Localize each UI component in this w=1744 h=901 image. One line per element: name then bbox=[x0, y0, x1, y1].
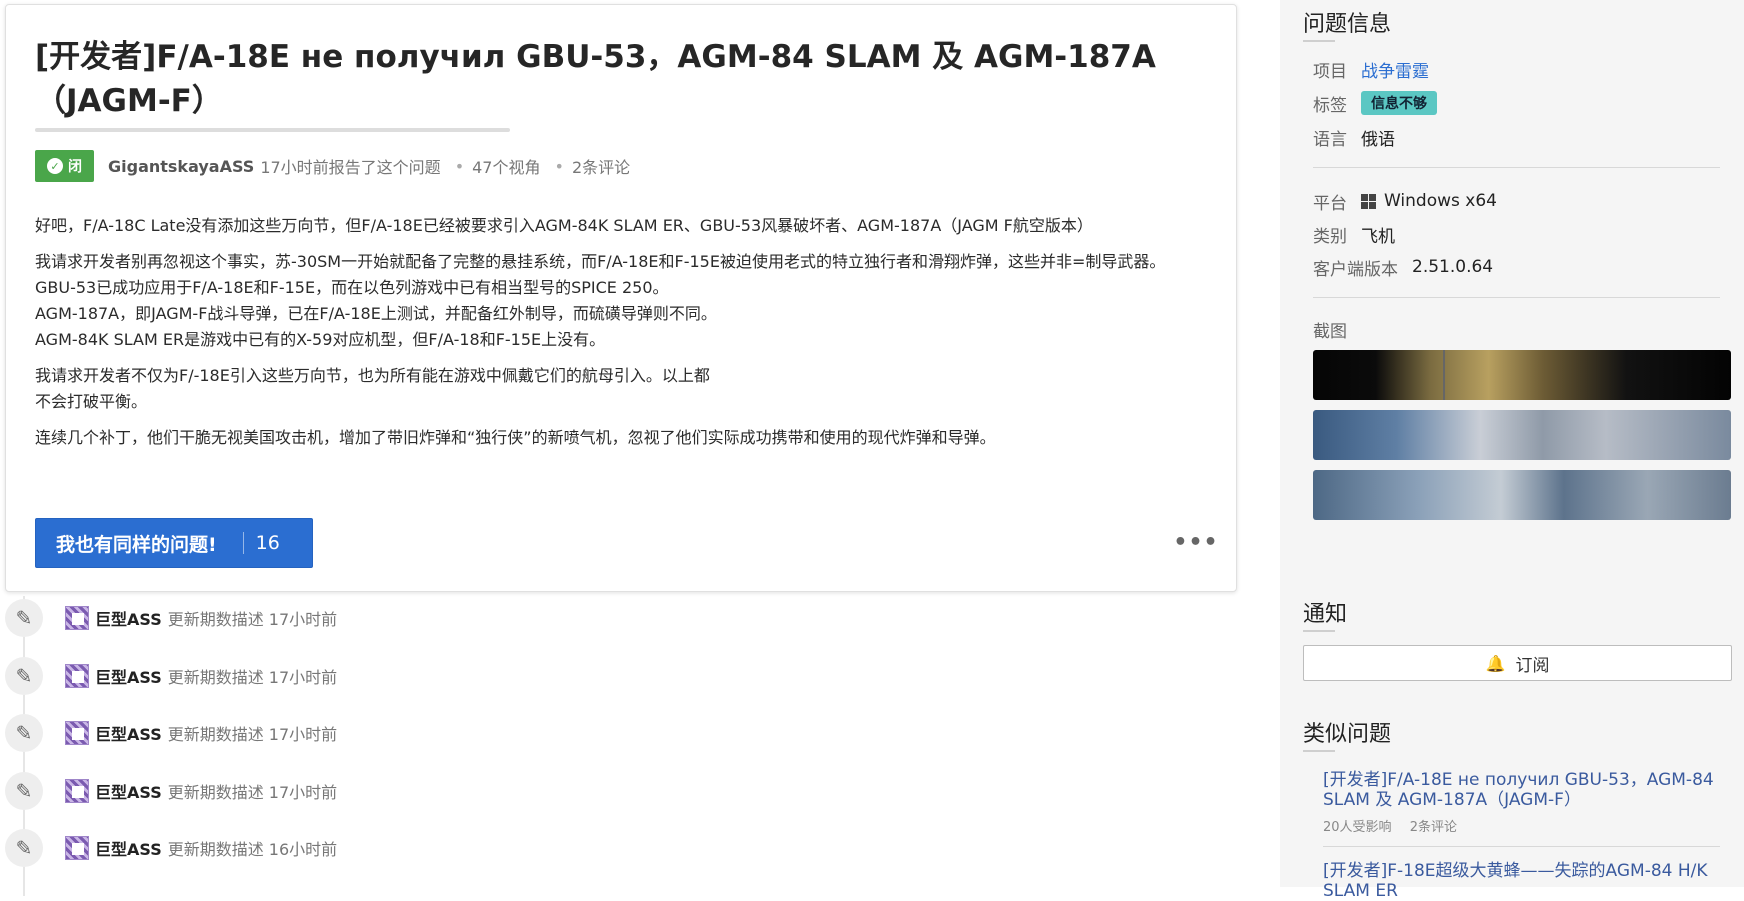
sidebar-divider bbox=[1323, 846, 1720, 847]
client-version-value: 2.51.0.64 bbox=[1412, 257, 1494, 277]
status-badge: ✓ 闭 bbox=[35, 150, 94, 182]
avatar[interactable] bbox=[65, 664, 89, 688]
timeline-item: ✎ 巨型ASS 更新期数描述 17小时前 bbox=[5, 769, 337, 813]
screenshots-row: 截图 bbox=[1313, 316, 1361, 342]
timeline-user[interactable]: 巨型ASS bbox=[95, 606, 162, 630]
screenshots-label: 截图 bbox=[1313, 321, 1347, 342]
meta-dot: • bbox=[454, 156, 465, 176]
project-row: 项目 战争雷霆 bbox=[1313, 56, 1429, 82]
timeline-item: ✎ 巨型ASS 更新期数描述 17小时前 bbox=[5, 711, 337, 755]
same-issue-count: 16 bbox=[255, 532, 280, 554]
screenshot-thumbnail[interactable] bbox=[1313, 350, 1731, 400]
issue-views: 47个视角 bbox=[472, 158, 541, 177]
timeline-item: ✎ 巨型ASS 更新期数描述 17小时前 bbox=[5, 654, 337, 698]
issue-card: [开发者]F/A-18E не получил GBU-53，AGM-84 SL… bbox=[5, 4, 1237, 592]
similar-issue-item[interactable]: [开发者]F/A-18E не получил GBU-53，AGM-84 SL… bbox=[1323, 770, 1723, 835]
timeline-text: 更新期数描述 17小时前 bbox=[167, 610, 338, 629]
tags-label: 标签 bbox=[1313, 95, 1347, 116]
timeline-user[interactable]: 巨型ASS bbox=[95, 836, 162, 860]
similar-issue-affected: 20人受影响 bbox=[1323, 820, 1392, 835]
similar-issues-heading: 类似问题 bbox=[1303, 722, 1392, 747]
issue-info-heading: 问题信息 bbox=[1303, 12, 1392, 37]
pencil-icon: ✎ bbox=[5, 772, 43, 810]
same-issue-label: 我也有同样的问题! bbox=[56, 533, 217, 556]
issue-description: 好吧，F/A-18C Late没有添加这些万向节，但F/A-18E已经被要求引入… bbox=[35, 213, 1215, 461]
tag-badge[interactable]: 信息不够 bbox=[1361, 91, 1437, 115]
language-row: 语言 俄语 bbox=[1313, 124, 1395, 150]
timeline-item: ✎ 巨型ASS 更新期数描述 16小时前 bbox=[5, 826, 337, 870]
timeline-item: ✎ 巨型ASS 更新期数描述 17小时前 bbox=[5, 596, 337, 640]
button-separator bbox=[242, 532, 244, 554]
notify-heading: 通知 bbox=[1303, 602, 1348, 627]
category-value: 飞机 bbox=[1361, 226, 1395, 247]
heading-underline bbox=[1303, 630, 1335, 632]
platform-label: 平台 bbox=[1313, 193, 1347, 214]
similar-issue-comments: 2条评论 bbox=[1409, 820, 1457, 835]
heading-underline bbox=[1303, 40, 1335, 42]
ellipsis-icon[interactable]: ••• bbox=[1173, 527, 1217, 557]
same-issue-button[interactable]: 我也有同样的问题! 16 bbox=[35, 518, 313, 568]
client-version-row: 客户端版本 2.51.0.64 bbox=[1313, 254, 1493, 280]
timeline-text: 更新期数描述 17小时前 bbox=[167, 668, 338, 687]
timeline-user[interactable]: 巨型ASS bbox=[95, 664, 162, 688]
project-label: 项目 bbox=[1313, 61, 1347, 82]
category-label: 类别 bbox=[1313, 226, 1347, 247]
language-value: 俄语 bbox=[1361, 129, 1395, 150]
screenshot-thumbnail[interactable] bbox=[1313, 410, 1731, 460]
pencil-icon: ✎ bbox=[5, 657, 43, 695]
similar-issue-meta: 20人受影响 2条评论 bbox=[1323, 816, 1723, 835]
description-paragraph: AGM-187A，即JAGM-F战斗导弹，已在F/A-18E上测试，并配备红外制… bbox=[35, 304, 717, 323]
similar-issue-title[interactable]: [开发者]F-18E超级大黄蜂——失踪的AGM-84 H/K SLAM ER bbox=[1323, 861, 1723, 901]
pencil-icon: ✎ bbox=[5, 599, 43, 637]
timeline-user[interactable]: 巨型ASS bbox=[95, 721, 162, 745]
client-version-label: 客户端版本 bbox=[1313, 259, 1398, 280]
subscribe-label: 订阅 bbox=[1515, 655, 1550, 676]
pencil-icon: ✎ bbox=[5, 829, 43, 867]
platform-row: 平台 Windows x64 bbox=[1313, 188, 1497, 214]
status-label: 闭 bbox=[68, 159, 82, 175]
description-paragraph: 我请求开发者别再忽视这个事实，苏-30SM一开始就配备了完整的悬挂系统，而F/A… bbox=[35, 252, 1166, 271]
category-row: 类别 飞机 bbox=[1313, 221, 1395, 247]
timeline-text: 更新期数描述 16小时前 bbox=[167, 840, 338, 859]
description-paragraph: 不会打破平衡。 bbox=[35, 392, 148, 411]
language-label: 语言 bbox=[1313, 129, 1347, 150]
avatar[interactable] bbox=[65, 721, 89, 745]
similar-issue-title[interactable]: [开发者]F/A-18E не получил GBU-53，AGM-84 SL… bbox=[1323, 770, 1723, 810]
subscribe-button[interactable]: 🔔 订阅 bbox=[1303, 645, 1732, 681]
pencil-icon: ✎ bbox=[5, 714, 43, 752]
title-underline bbox=[35, 128, 510, 132]
issue-meta: ✓ 闭 GigantskayaASS 17小时前报告了这个问题 • 47个视角 … bbox=[35, 150, 630, 182]
issue-author[interactable]: GigantskayaASS bbox=[108, 157, 254, 176]
windows-icon bbox=[1361, 193, 1376, 209]
avatar[interactable] bbox=[65, 836, 89, 860]
bell-icon: 🔔 bbox=[1485, 653, 1506, 673]
timeline-text: 更新期数描述 17小时前 bbox=[167, 725, 338, 744]
project-link[interactable]: 战争雷霆 bbox=[1361, 57, 1429, 82]
meta-dot: • bbox=[554, 156, 564, 176]
screenshot-thumbnail[interactable] bbox=[1313, 470, 1731, 520]
tags-row: 标签 信息不够 bbox=[1313, 90, 1437, 116]
heading-underline bbox=[1303, 750, 1335, 752]
issue-comments[interactable]: 2条评论 bbox=[572, 154, 630, 178]
sidebar-divider bbox=[1313, 167, 1720, 168]
sidebar: 问题信息 项目 战争雷霆 标签 信息不够 语言 俄语 平台 Windows x6… bbox=[1280, 0, 1744, 901]
issue-reported: 17小时前报告了这个问题 bbox=[260, 158, 441, 177]
issue-title: [开发者]F/A-18E не получил GBU-53，AGM-84 SL… bbox=[35, 39, 1156, 119]
avatar[interactable] bbox=[65, 606, 89, 630]
sidebar-divider bbox=[1313, 297, 1720, 298]
description-paragraph: GBU-53已成功应用于F/A-18E和F-15E，而在以色列游戏中已有相当型号… bbox=[35, 278, 669, 297]
description-paragraph: AGM-84K SLAM ER是游戏中已有的X-59对应机型，但F/A-18和F… bbox=[35, 330, 606, 349]
description-paragraph: 好吧，F/A-18C Late没有添加这些万向节，但F/A-18E已经被要求引入… bbox=[35, 216, 1093, 235]
description-paragraph: 连续几个补丁，他们干脆无视美国攻击机，增加了带旧炸弹和“独行侠”的新喷气机，忽视… bbox=[35, 428, 996, 447]
timeline-text: 更新期数描述 17小时前 bbox=[167, 783, 338, 802]
main-column: [开发者]F/A-18E не получил GBU-53，AGM-84 SL… bbox=[0, 0, 1280, 896]
similar-issue-item[interactable]: [开发者]F-18E超级大黄蜂——失踪的AGM-84 H/K SLAM ER bbox=[1323, 861, 1723, 901]
avatar[interactable] bbox=[65, 779, 89, 803]
platform-value: Windows x64 bbox=[1384, 191, 1497, 211]
description-paragraph: 我请求开发者不仅为F/-18E引入这些万向节，也为所有能在游戏中佩戴它们的航母引… bbox=[35, 366, 710, 385]
check-icon: ✓ bbox=[47, 158, 63, 174]
timeline-user[interactable]: 巨型ASS bbox=[95, 779, 162, 803]
